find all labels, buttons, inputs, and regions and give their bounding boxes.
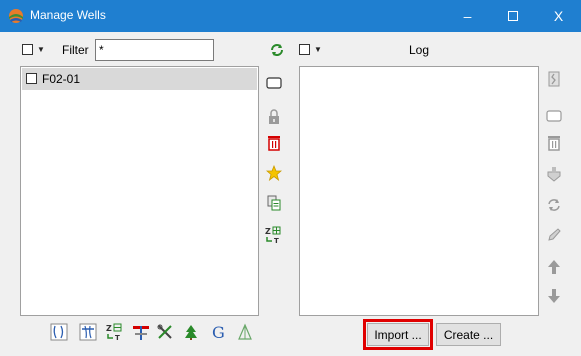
log-list[interactable] xyxy=(299,66,539,316)
marker-icon[interactable] xyxy=(79,323,97,341)
move-down-icon[interactable] xyxy=(545,287,563,305)
export-icon[interactable] xyxy=(545,165,563,183)
window-title: Manage Wells xyxy=(30,8,106,22)
well-checkbox[interactable] xyxy=(26,73,37,84)
delete-icon[interactable] xyxy=(545,134,563,152)
svg-text:T: T xyxy=(274,237,279,244)
log-header-label: Log xyxy=(409,43,430,57)
star-icon[interactable] xyxy=(265,164,283,182)
list-item[interactable]: F02-01 xyxy=(22,68,257,90)
create-button[interactable]: Create ... xyxy=(436,323,501,346)
convert-icon[interactable] xyxy=(545,196,563,214)
select-all-dropdown-icon[interactable]: ▼ xyxy=(37,45,45,54)
close-button[interactable]: X xyxy=(536,0,581,32)
svg-text:T: T xyxy=(115,334,120,341)
logs-dropdown-icon[interactable]: ▼ xyxy=(314,45,322,54)
svg-text:Z: Z xyxy=(265,227,271,236)
app-logo-icon xyxy=(9,9,23,23)
remove-icon[interactable] xyxy=(265,74,283,92)
depth-model-icon[interactable]: ZT xyxy=(264,226,282,244)
close-icon: X xyxy=(553,8,564,24)
well-name: F02-01 xyxy=(42,72,81,86)
copy-icon[interactable] xyxy=(265,194,283,212)
svg-text:G: G xyxy=(212,323,225,341)
minimize-button[interactable]: – xyxy=(445,0,490,32)
title-bar: Manage Wells – X xyxy=(0,0,581,32)
maximize-icon xyxy=(507,11,518,21)
log-tool-icon[interactable] xyxy=(545,70,563,88)
edit-icon[interactable] xyxy=(545,226,563,244)
import-button[interactable]: Import ... xyxy=(367,323,429,346)
refresh-icon[interactable] xyxy=(268,41,286,59)
simple-log-icon[interactable] xyxy=(236,323,254,341)
filter-label: Filter xyxy=(62,43,89,57)
svg-text:Z: Z xyxy=(106,324,112,333)
delete-icon[interactable] xyxy=(265,134,283,152)
move-up-icon[interactable] xyxy=(545,258,563,276)
track-edit-icon[interactable] xyxy=(50,323,68,341)
wells-list[interactable]: F02-01 xyxy=(20,66,259,316)
select-all-wells-checkbox[interactable] xyxy=(22,44,33,55)
filter-input[interactable] xyxy=(95,39,214,61)
well-tie-icon[interactable] xyxy=(132,323,150,341)
select-all-logs-checkbox[interactable] xyxy=(299,44,310,55)
remove-icon[interactable] xyxy=(545,107,563,125)
g-icon[interactable]: G xyxy=(210,323,228,341)
minimize-icon: – xyxy=(463,8,472,24)
tools-icon[interactable] xyxy=(156,323,174,341)
lock-icon[interactable] xyxy=(265,108,283,126)
depth-model-icon[interactable]: ZT xyxy=(105,323,123,341)
maximize-button[interactable] xyxy=(490,0,535,32)
log-tools-icon[interactable] xyxy=(182,323,200,341)
